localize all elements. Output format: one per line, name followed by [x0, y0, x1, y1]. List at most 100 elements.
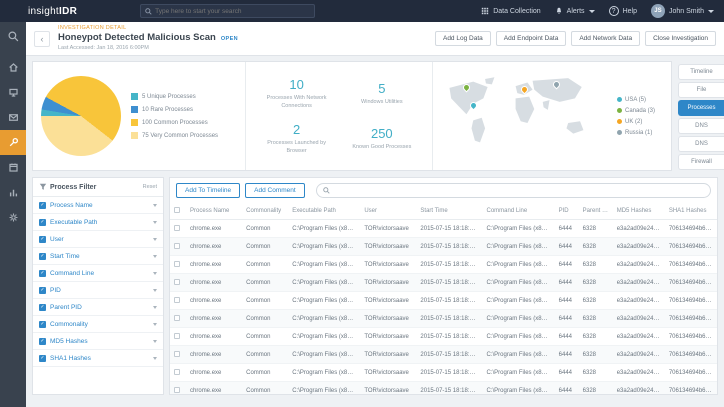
row-checkbox[interactable]	[174, 315, 180, 321]
table-row[interactable]: chrome.exeCommonC:\Program Files (x86)\G…	[170, 238, 717, 256]
tab-timeline[interactable]: Timeline	[678, 64, 724, 80]
filter-item-commonality[interactable]: ✓Commonality	[33, 316, 163, 333]
table-row[interactable]: chrome.exeCommonC:\Program Files (x86)\G…	[170, 382, 717, 396]
filter-item-process-name[interactable]: ✓Process Name	[33, 197, 163, 214]
back-button[interactable]: ‹	[34, 31, 50, 47]
table-row[interactable]: chrome.exeCommonC:\Program Files (x86)\G…	[170, 274, 717, 292]
global-search[interactable]	[140, 4, 315, 18]
row-checkbox[interactable]	[174, 369, 180, 375]
row-checkbox[interactable]	[174, 297, 180, 303]
chevron-down-icon[interactable]	[153, 357, 157, 360]
row-checkbox[interactable]	[174, 351, 180, 357]
chevron-down-icon[interactable]	[153, 323, 157, 326]
filter-item-sha1-hashes[interactable]: ✓SHA1 Hashes	[33, 350, 163, 367]
filter-item-parent-pid[interactable]: ✓Parent PID	[33, 299, 163, 316]
checkbox-icon[interactable]: ✓	[39, 236, 46, 243]
checkbox-icon[interactable]: ✓	[39, 270, 46, 277]
tab-dns[interactable]: DNS	[678, 136, 724, 152]
sidebar-item-endpoints[interactable]	[0, 80, 26, 105]
checkbox-icon[interactable]: ✓	[39, 355, 46, 362]
data-collection-menu[interactable]: Data Collection	[481, 7, 540, 15]
chevron-down-icon[interactable]	[153, 340, 157, 343]
checkbox-icon[interactable]: ✓	[39, 321, 46, 328]
chevron-down-icon[interactable]	[153, 272, 157, 275]
tab-processes[interactable]: Processes	[678, 100, 724, 116]
checkbox-icon[interactable]: ✓	[39, 287, 46, 294]
cell: 6444	[555, 292, 579, 310]
filter-item-executable-path[interactable]: ✓Executable Path	[33, 214, 163, 231]
row-checkbox[interactable]	[174, 243, 180, 249]
table-row[interactable]: chrome.exeCommonC:\Program Files (x86)\G…	[170, 328, 717, 346]
legend-dot	[617, 97, 622, 102]
map-legend-item: UK (2)	[617, 119, 663, 125]
checkbox-icon[interactable]: ✓	[39, 219, 46, 226]
select-all-checkbox[interactable]	[174, 207, 180, 213]
global-search-input[interactable]	[155, 8, 310, 15]
table-search[interactable]	[316, 183, 711, 198]
filter-reset-link[interactable]: Reset	[143, 184, 157, 190]
column-header-pid[interactable]: PID	[555, 203, 579, 220]
user-menu[interactable]: JS John Smith	[651, 4, 714, 18]
breadcrumb[interactable]: Investigation Detail	[58, 25, 238, 32]
sidebar-item-home[interactable]	[0, 55, 26, 80]
add-endpoint-data-button[interactable]: Add Endpoint Data	[496, 31, 567, 46]
filter-item-user[interactable]: ✓User	[33, 231, 163, 248]
filter-item-command-line[interactable]: ✓Command Line	[33, 265, 163, 282]
tab-firewall[interactable]: Firewall	[678, 154, 724, 170]
chevron-down-icon[interactable]	[153, 221, 157, 224]
checkbox-icon[interactable]: ✓	[39, 202, 46, 209]
chevron-down-icon[interactable]	[153, 238, 157, 241]
table-search-input[interactable]	[334, 187, 704, 194]
table-row[interactable]: chrome.exeCommonC:\Program Files (x86)\G…	[170, 310, 717, 328]
column-header-user[interactable]: User	[360, 203, 416, 220]
cell: C:\Program Files (x86)\Google…	[288, 364, 360, 382]
add-network-data-button[interactable]: Add Network Data	[571, 31, 640, 46]
chevron-down-icon[interactable]	[153, 306, 157, 309]
table-row[interactable]: chrome.exeCommonC:\Program Files (x86)\G…	[170, 292, 717, 310]
filter-title: Process Filter	[50, 184, 140, 191]
close-investigation-button[interactable]: Close Investigation	[645, 31, 716, 46]
filter-item-pid[interactable]: ✓PID	[33, 282, 163, 299]
column-header-executable-path[interactable]: Executable Path	[288, 203, 360, 220]
tab-dns[interactable]: DNS	[678, 118, 724, 134]
add-comment-button[interactable]: Add Comment	[245, 183, 305, 198]
checkbox-icon[interactable]: ✓	[39, 304, 46, 311]
column-header-process-name[interactable]: Process Name	[186, 203, 242, 220]
column-header-parent-pid[interactable]: Parent PID	[579, 203, 613, 220]
table-row[interactable]: chrome.exeCommonC:\Program Files (x86)\G…	[170, 220, 717, 238]
sidebar-item-investigations[interactable]	[0, 130, 26, 155]
chevron-down-icon[interactable]	[153, 255, 157, 258]
sidebar-item-calendar[interactable]	[0, 155, 26, 180]
table-row[interactable]: chrome.exeCommonC:\Program Files (x86)\G…	[170, 364, 717, 382]
row-checkbox[interactable]	[174, 333, 180, 339]
checkbox-icon[interactable]: ✓	[39, 338, 46, 345]
table-row[interactable]: chrome.exeCommonC:\Program Files (x86)\G…	[170, 346, 717, 364]
cell: Common	[242, 256, 288, 274]
sidebar-item-alerts[interactable]	[0, 105, 26, 130]
column-header-md5-hashes[interactable]: MD5 Hashes	[613, 203, 665, 220]
row-checkbox[interactable]	[174, 261, 180, 267]
add-log-data-button[interactable]: Add Log Data	[435, 31, 491, 46]
cell: e3a2ad09e241f99…	[613, 328, 665, 346]
checkbox-icon[interactable]: ✓	[39, 253, 46, 260]
chevron-down-icon[interactable]	[153, 204, 157, 207]
row-checkbox[interactable]	[174, 225, 180, 231]
tab-file[interactable]: File	[678, 82, 724, 98]
column-header-commonality[interactable]: Commonality	[242, 203, 288, 220]
chevron-down-icon[interactable]	[153, 289, 157, 292]
column-header-command-line[interactable]: Command Line	[483, 203, 555, 220]
row-checkbox[interactable]	[174, 387, 180, 393]
alerts-menu[interactable]: Alerts	[555, 7, 595, 15]
row-checkbox[interactable]	[174, 279, 180, 285]
column-header-start-time[interactable]: Start Time	[416, 203, 482, 220]
column-header-sha1-hashes[interactable]: SHA1 Hashes	[665, 203, 717, 220]
add-to-timeline-button[interactable]: Add To Timeline	[176, 183, 240, 198]
cell: C:\Program Files (x86)\Google…	[483, 220, 555, 238]
sidebar-item-settings[interactable]	[0, 205, 26, 230]
help-menu[interactable]: ? Help	[609, 6, 637, 16]
sidebar-item-reports[interactable]	[0, 180, 26, 205]
filter-item-md5-hashes[interactable]: ✓MD5 Hashes	[33, 333, 163, 350]
sidebar-item-search[interactable]	[0, 24, 26, 49]
table-row[interactable]: chrome.exeCommonC:\Program Files (x86)\G…	[170, 256, 717, 274]
filter-item-start-time[interactable]: ✓Start Time	[33, 248, 163, 265]
